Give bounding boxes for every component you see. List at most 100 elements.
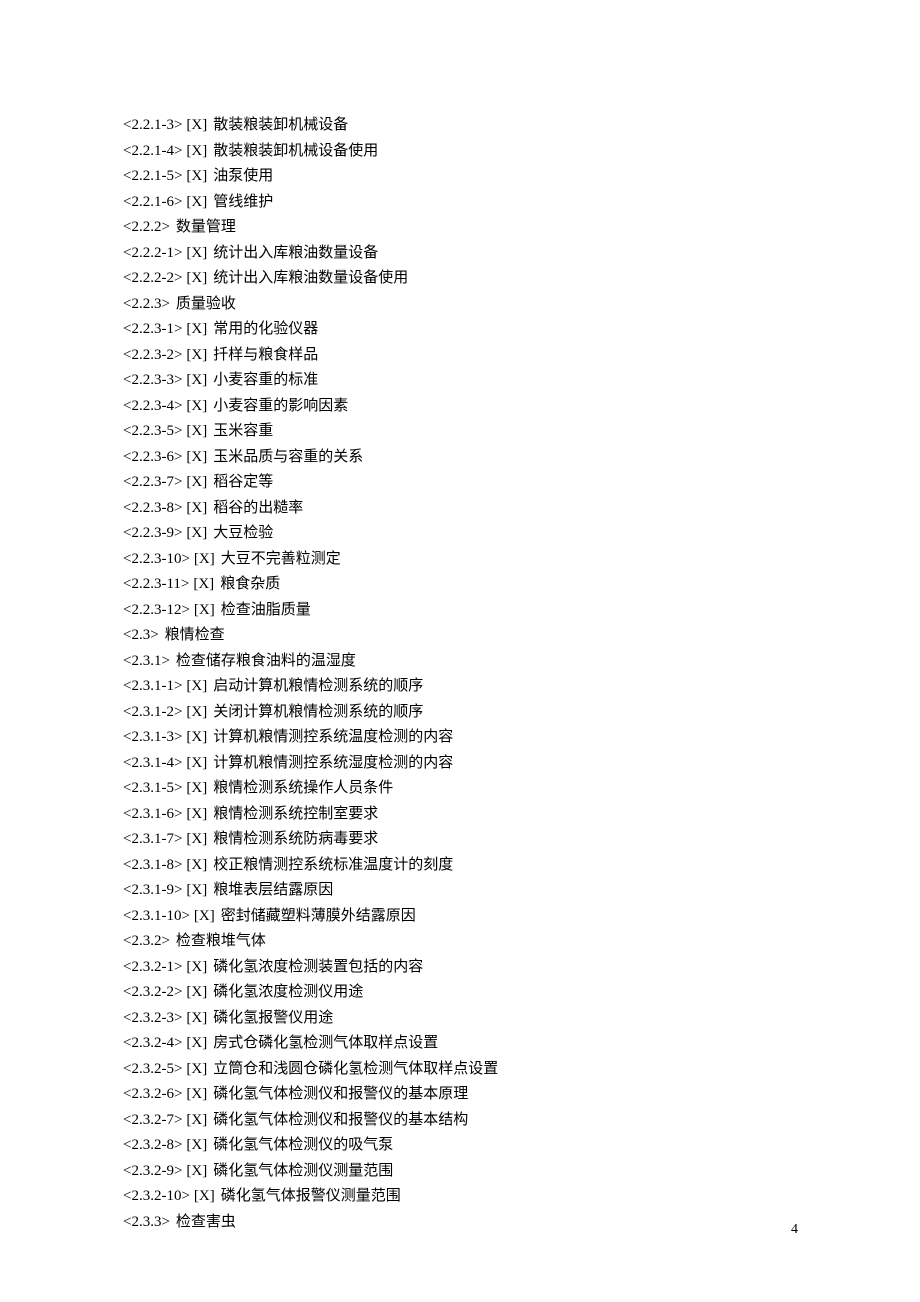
toc-entry: <2.3>粮情检查 (123, 623, 797, 649)
entry-title: 磷化氢浓度检测装置包括的内容 (213, 959, 423, 975)
entry-ref: <2.3.1-10> (123, 908, 190, 924)
entry-title: 磷化氢气体检测仪和报警仪的基本原理 (213, 1086, 468, 1102)
entry-ref: <2.2.1-5> (123, 168, 182, 184)
entry-mark: [X] (186, 704, 207, 720)
toc-entry: <2.3.1-6>[X]粮情检测系统控制室要求 (123, 802, 797, 828)
entry-mark: [X] (194, 908, 215, 924)
toc-entry: <2.3.1> 检查储存粮食油料的温湿度 (123, 649, 797, 675)
entry-mark: [X] (186, 398, 207, 414)
entry-title: 统计出入库粮油数量设备使用 (213, 270, 408, 286)
entry-mark: [X] (186, 168, 207, 184)
entry-mark: [X] (193, 576, 214, 592)
toc-entry: <2.2.3-10>[X]大豆不完善粒测定 (123, 547, 797, 573)
entry-title: 管线维护 (213, 194, 273, 210)
entry-mark: [X] (186, 474, 207, 490)
entry-mark: [X] (186, 117, 207, 133)
entry-title: 大豆不完善粒测定 (221, 551, 341, 567)
entry-ref: <2.3.1-9> (123, 882, 182, 898)
entry-title: 稻谷的出糙率 (213, 500, 303, 516)
entry-ref: <2.2.2-1> (123, 245, 182, 261)
entry-title: 检查粮堆气体 (176, 933, 266, 949)
toc-entry: <2.3.2-2>[X] 磷化氢浓度检测仪用途 (123, 980, 797, 1006)
entry-title: 密封储藏塑料薄膜外结露原因 (221, 908, 416, 924)
entry-title: 校正粮情测控系统标准温度计的刻度 (213, 857, 453, 873)
entry-ref: <2.3.1-8> (123, 857, 182, 873)
toc-entry: <2.2.3-8>[X]稻谷的出糙率 (123, 496, 797, 522)
entry-title: 检查储存粮食油料的温湿度 (176, 653, 356, 669)
entry-ref: <2.2.2> (123, 219, 170, 235)
entry-title: 立筒仓和浅圆仓磷化氢检测气体取样点设置 (213, 1061, 498, 1077)
entry-title: 大豆检验 (213, 525, 273, 541)
entry-mark: [X] (186, 1112, 207, 1128)
entry-mark: [X] (186, 755, 207, 771)
entry-mark: [X] (194, 1188, 215, 1204)
toc-entry: <2.3.2-6>[X] 磷化氢气体检测仪和报警仪的基本原理 (123, 1082, 797, 1108)
entry-ref: <2.2.3-4> (123, 398, 182, 414)
entry-ref: <2.3.1-5> (123, 780, 182, 796)
entry-ref: <2.3.1-2> (123, 704, 182, 720)
entry-mark: [X] (186, 1086, 207, 1102)
toc-entry: <2.2.3-3>[X]小麦容重的标准 (123, 368, 797, 394)
toc-entry: <2.3.2-8>[X]磷化氢气体检测仪的吸气泵 (123, 1133, 797, 1159)
entry-ref: <2.3.2-6> (123, 1086, 182, 1102)
toc-entry: <2.2.1-5>[X] 油泵使用 (123, 164, 797, 190)
toc-entry: <2.2.2-1>[X]统计出入库粮油数量设备 (123, 241, 797, 267)
toc-entries: <2.2.1-3>[X]散装粮装卸机械设备<2.2.1-4>[X]散装粮装卸机械… (123, 113, 797, 1235)
toc-entry: <2.2.3-6>[X]玉米品质与容重的关系 (123, 445, 797, 471)
entry-ref: <2.3.2-3> (123, 1010, 182, 1026)
toc-entry: <2.3.1-3>[X] 计算机粮情测控系统温度检测的内容 (123, 725, 797, 751)
toc-entry: <2.3.1-7>[X]粮情检测系统防病毒要求 (123, 827, 797, 853)
entry-ref: <2.3.1-7> (123, 831, 182, 847)
entry-mark: [X] (186, 1061, 207, 1077)
toc-entry: <2.2.3-12>[X]检查油脂质量 (123, 598, 797, 624)
entry-ref: <2.2.2-2> (123, 270, 182, 286)
entry-mark: [X] (186, 678, 207, 694)
document-page: <2.2.1-3>[X]散装粮装卸机械设备<2.2.1-4>[X]散装粮装卸机械… (0, 0, 920, 1302)
entry-title: 计算机粮情测控系统温度检测的内容 (213, 729, 453, 745)
entry-ref: <2.3.1> (123, 653, 170, 669)
toc-entry: <2.3.2-4>[X]房式仓磷化氢检测气体取样点设置 (123, 1031, 797, 1057)
entry-title: 玉米品质与容重的关系 (213, 449, 363, 465)
entry-ref: <2.2.3-11> (123, 576, 189, 592)
entry-title: 磷化氢浓度检测仪用途 (213, 984, 363, 1000)
entry-ref: <2.2.3> (123, 296, 170, 312)
toc-entry: <2.3.1-9>[X]粮堆表层结露原因 (123, 878, 797, 904)
entry-ref: <2.3.1-4> (123, 755, 182, 771)
entry-title: 统计出入库粮油数量设备 (213, 245, 378, 261)
entry-mark: [X] (186, 1035, 207, 1051)
toc-entry: <2.2.3>质量验收 (123, 292, 797, 318)
entry-ref: <2.3.1-1> (123, 678, 182, 694)
entry-ref: <2.2.3-1> (123, 321, 182, 337)
toc-entry: <2.3.1-10>[X] 密封储藏塑料薄膜外结露原因 (123, 904, 797, 930)
entry-title: 计算机粮情测控系统湿度检测的内容 (213, 755, 453, 771)
entry-ref: <2.2.3-8> (123, 500, 182, 516)
entry-mark: [X] (186, 372, 207, 388)
toc-entry: <2.2.3-5>[X]玉米容重 (123, 419, 797, 445)
toc-entry: <2.2.3-11>[X]粮食杂质 (123, 572, 797, 598)
entry-mark: [X] (186, 882, 207, 898)
entry-mark: [X] (186, 729, 207, 745)
toc-entry: <2.3.2-10>[X]磷化氢气体报警仪测量范围 (123, 1184, 797, 1210)
entry-title: 玉米容重 (213, 423, 273, 439)
entry-ref: <2.2.3-10> (123, 551, 190, 567)
entry-ref: <2.2.3-2> (123, 347, 182, 363)
entry-ref: <2.2.1-6> (123, 194, 182, 210)
entry-title: 检查油脂质量 (221, 602, 311, 618)
toc-entry: <2.2.3-2>[X]扦样与粮食样品 (123, 343, 797, 369)
entry-mark: [X] (186, 984, 207, 1000)
entry-title: 磷化氢气体报警仪测量范围 (221, 1188, 401, 1204)
entry-mark: [X] (186, 525, 207, 541)
entry-ref: <2.3.1-3> (123, 729, 182, 745)
entry-title: 启动计算机粮情检测系统的顺序 (213, 678, 423, 694)
entry-ref: <2.3.2-2> (123, 984, 182, 1000)
entry-title: 油泵使用 (213, 168, 273, 184)
entry-title: 磷化氢气体检测仪测量范围 (213, 1163, 393, 1179)
entry-ref: <2.2.3-6> (123, 449, 182, 465)
entry-mark: [X] (194, 602, 215, 618)
entry-title: 稻谷定等 (213, 474, 273, 490)
entry-ref: <2.3.2> (123, 933, 170, 949)
toc-entry: <2.2.1-4>[X]散装粮装卸机械设备使用 (123, 139, 797, 165)
entry-mark: [X] (186, 857, 207, 873)
entry-ref: <2.2.3-9> (123, 525, 182, 541)
entry-title: 粮情检测系统防病毒要求 (213, 831, 378, 847)
